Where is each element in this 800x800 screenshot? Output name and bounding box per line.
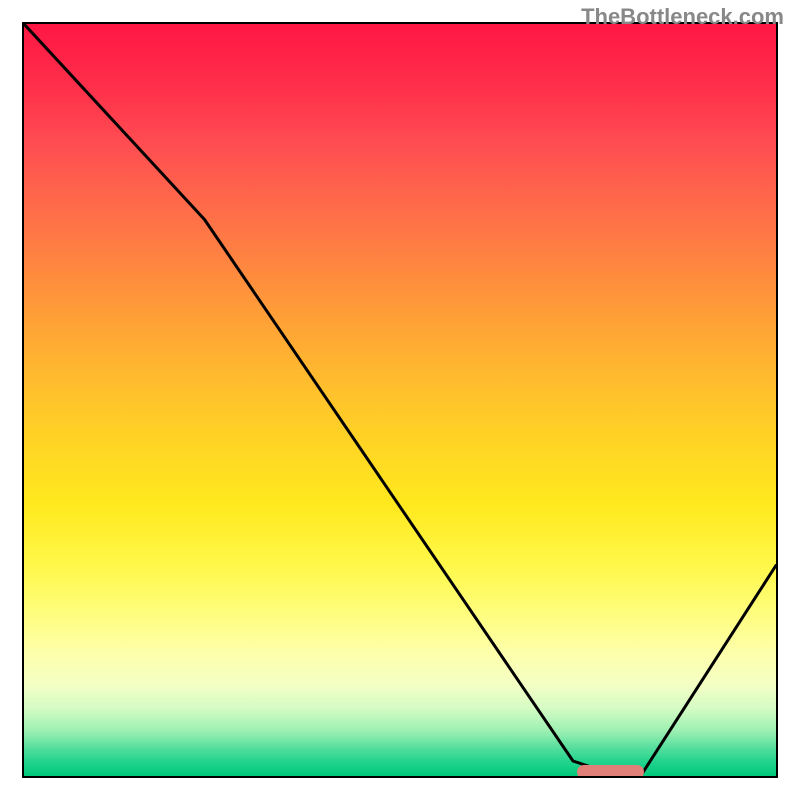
chart-container: TheBottleneck.com xyxy=(0,0,800,800)
bottleneck-curve xyxy=(24,24,776,776)
plot-frame xyxy=(22,22,778,778)
watermark-text: TheBottleneck.com xyxy=(581,4,784,30)
optimal-zone-marker xyxy=(577,765,645,778)
